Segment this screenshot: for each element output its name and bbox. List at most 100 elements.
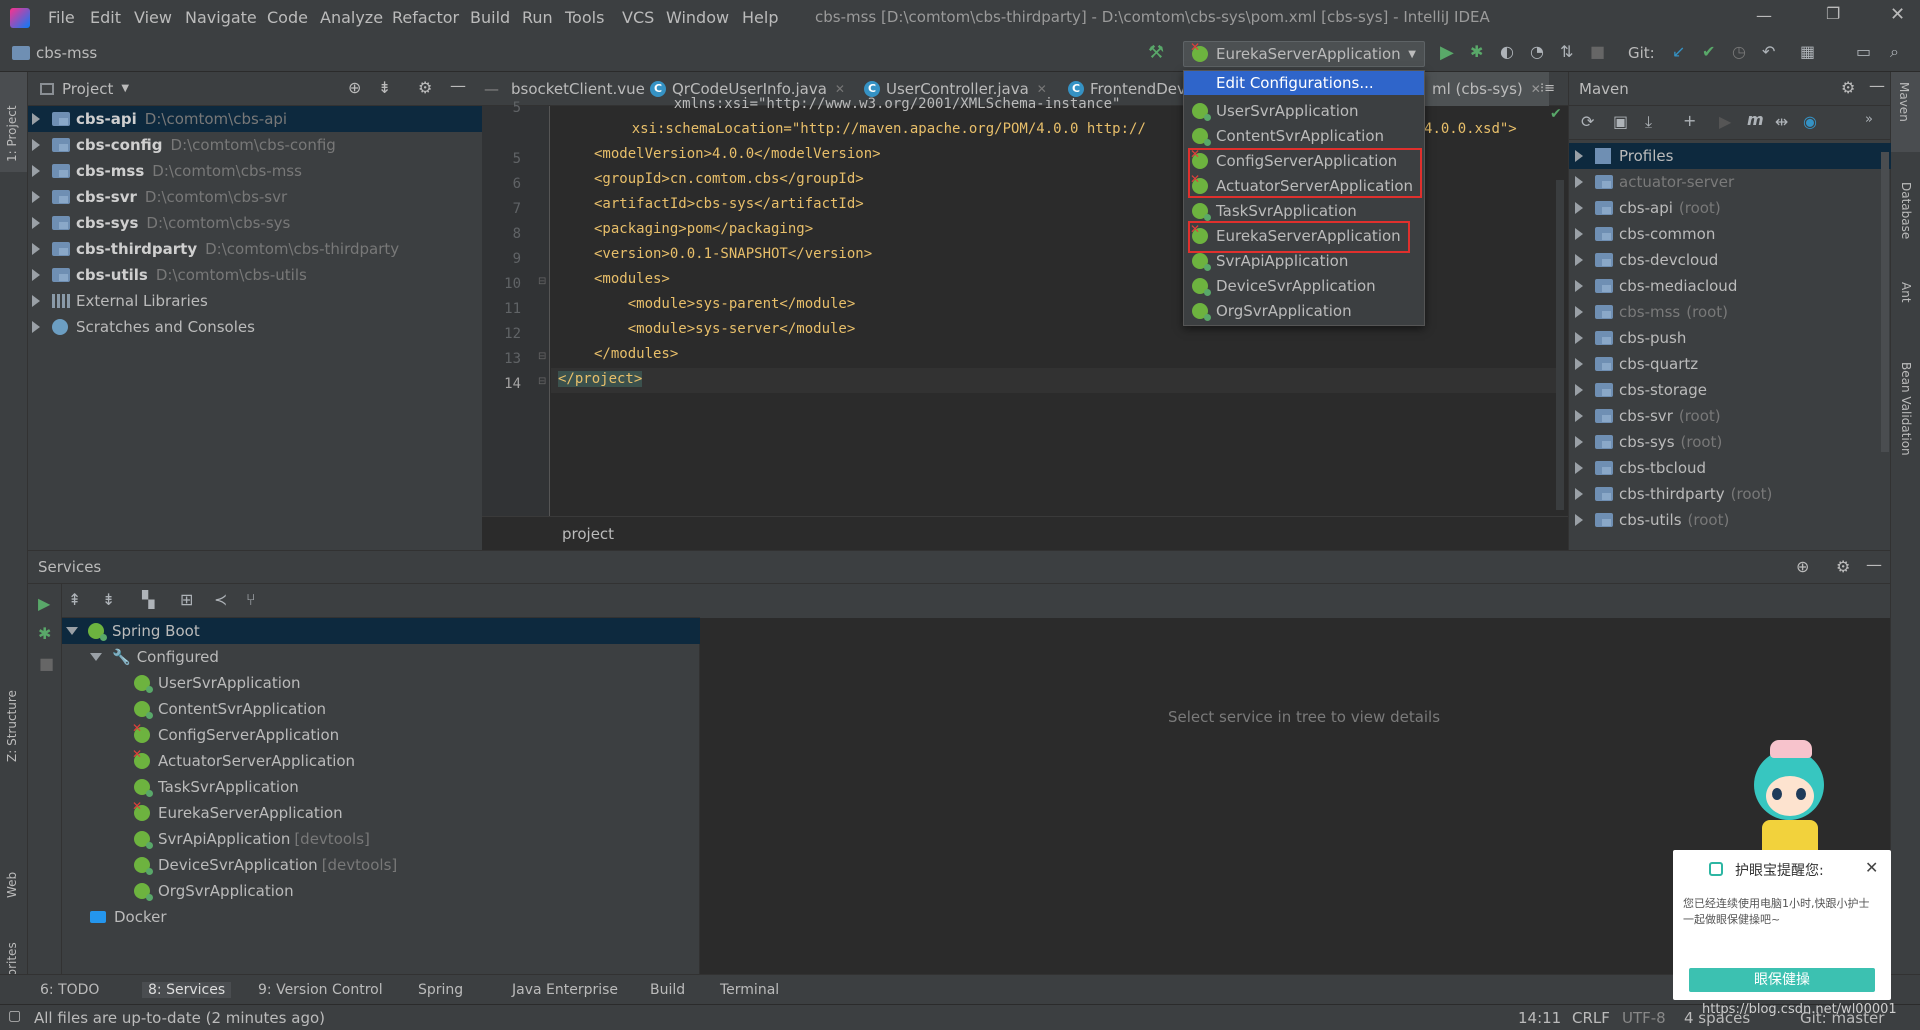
gear-icon[interactable]: ⚙	[1841, 78, 1855, 97]
skip-tests-icon[interactable]: ◉	[1803, 112, 1817, 131]
menu-code[interactable]: Code	[267, 8, 308, 27]
tree-item-cbs-api[interactable]: cbs-api D:\comtom\cbs-api	[28, 106, 482, 132]
expand-arrow-icon[interactable]	[32, 269, 40, 281]
menu-vcs[interactable]: VCS	[622, 8, 654, 27]
maven-item-cbs-push[interactable]: cbs-push	[1575, 325, 1686, 351]
more-icon[interactable]: »	[1865, 112, 1873, 127]
reload-icon[interactable]: ⟳	[1581, 112, 1594, 131]
add-icon[interactable]: +	[1683, 111, 1696, 130]
maven-item-cbs-tbcloud[interactable]: cbs-tbcloud	[1575, 455, 1706, 481]
build-tab[interactable]: Build	[650, 982, 685, 998]
service-item[interactable]: OrgSvrApplication	[134, 878, 294, 904]
expand-arrow-icon[interactable]	[32, 139, 40, 151]
caret-position[interactable]: 14:11	[1518, 1009, 1561, 1027]
maven-item-cbs-common[interactable]: cbs-common	[1575, 221, 1715, 247]
project-panel-title[interactable]: Project	[62, 80, 113, 98]
fold-icon[interactable]: ⊟	[538, 376, 546, 387]
maven-item-cbs-devcloud[interactable]: cbs-devcloud	[1575, 247, 1718, 273]
debug-icon[interactable]: ✱	[38, 624, 51, 643]
expand-arrow-icon[interactable]	[1575, 150, 1583, 162]
toggle-offline-icon[interactable]: ⇹	[1775, 112, 1788, 131]
service-item[interactable]: DeviceSvrApplication [devtools]	[134, 852, 397, 878]
expand-arrow-icon[interactable]	[32, 217, 40, 229]
tree-item-cbs-thirdparty[interactable]: cbs-thirdparty D:\comtom\cbs-thirdparty	[32, 236, 399, 262]
expand-arrow-icon[interactable]	[32, 113, 40, 125]
maven-item-cbs-svr[interactable]: cbs-svr (root)	[1575, 403, 1721, 429]
project-structure-icon[interactable]: ▦	[1800, 42, 1815, 61]
git-update-icon[interactable]: ↙	[1672, 42, 1685, 61]
close-window-icon[interactable]: ✕	[1890, 4, 1905, 25]
expand-arrow-icon[interactable]	[1575, 436, 1583, 448]
service-item[interactable]: EurekaServerApplication	[132, 799, 343, 826]
tree-item-cbs-mss[interactable]: cbs-mss D:\comtom\cbs-mss	[32, 158, 302, 184]
tree-item-cbs-sys[interactable]: cbs-sys D:\comtom\cbs-sys	[32, 210, 290, 236]
new-service-icon[interactable]: ⊞	[180, 590, 193, 609]
expand-arrow-icon[interactable]	[1575, 254, 1583, 266]
close-tab-icon[interactable]: ✕	[1037, 82, 1047, 96]
locate-icon[interactable]: ⊕	[1796, 557, 1809, 576]
maven-item-cbs-quartz[interactable]: cbs-quartz	[1575, 351, 1698, 377]
structure-strip-tab[interactable]: Z: Structure	[5, 690, 19, 762]
maven-item-cbs-storage[interactable]: cbs-storage	[1575, 377, 1707, 403]
maven-item-profiles[interactable]: Profiles	[1569, 143, 1891, 169]
maven-item-cbs-mediacloud[interactable]: cbs-mediacloud	[1575, 273, 1737, 299]
maven-strip-tab[interactable]: Maven	[1891, 72, 1920, 152]
collapse-all-icon[interactable]: ⇟	[378, 78, 391, 97]
tree-item-scratches[interactable]: Scratches and Consoles	[32, 314, 255, 340]
group-by-icon[interactable]: ▚	[142, 590, 154, 609]
web-strip-tab[interactable]: Web	[5, 872, 19, 898]
build-hammer-icon[interactable]: ⚒	[1148, 42, 1164, 63]
minimize-icon[interactable]: —	[1756, 6, 1772, 25]
collapse-arrow-icon[interactable]	[90, 653, 102, 661]
services-tab[interactable]: 8: Services	[142, 982, 232, 998]
expand-arrow-icon[interactable]	[1575, 306, 1583, 318]
fold-icon[interactable]: ⊟	[538, 351, 546, 362]
expand-arrow-icon[interactable]	[1575, 462, 1583, 474]
expand-arrow-icon[interactable]	[32, 295, 40, 307]
tree-item-cbs-utils[interactable]: cbs-utils D:\comtom\cbs-utils	[32, 262, 307, 288]
hide-icon[interactable]: —	[1866, 555, 1882, 574]
editor-scrollbar[interactable]	[1556, 180, 1564, 510]
dropdown-item[interactable]: UserSvrApplication	[1192, 99, 1359, 123]
java-enterprise-tab[interactable]: Java Enterprise	[512, 982, 618, 998]
maven-item-cbs-thirdparty[interactable]: cbs-thirdparty (root)	[1575, 481, 1772, 507]
expand-arrow-icon[interactable]	[1575, 176, 1583, 188]
expand-arrow-icon[interactable]	[1575, 280, 1583, 292]
chevron-down-icon[interactable]: ▼	[121, 83, 129, 94]
gear-icon[interactable]: ⚙	[418, 78, 432, 97]
git-rollback-icon[interactable]: ↶	[1762, 42, 1775, 61]
run-icon[interactable]: ▶	[1719, 112, 1731, 131]
git-history-icon[interactable]: ◷	[1732, 42, 1746, 61]
maven-item-cbs-utils[interactable]: cbs-utils (root)	[1575, 507, 1729, 533]
download-icon[interactable]: ⤓	[1645, 112, 1652, 132]
collapse-all-icon[interactable]: ⇟	[102, 590, 115, 609]
filter-icon[interactable]: ≺	[214, 590, 227, 609]
hide-icon[interactable]: —	[1869, 76, 1885, 95]
git-commit-icon[interactable]: ✔	[1702, 42, 1715, 61]
service-item[interactable]: TaskSvrApplication	[134, 774, 299, 800]
menu-navigate[interactable]: Navigate	[185, 8, 257, 27]
run-icon[interactable]: ▶	[1440, 42, 1454, 63]
dropdown-item[interactable]: OrgSvrApplication	[1192, 299, 1352, 323]
attach-icon[interactable]: ⇅	[1560, 42, 1573, 61]
service-item[interactable]: SvrApiApplication [devtools]	[134, 826, 370, 852]
tree-item-external-libraries[interactable]: External Libraries	[32, 288, 208, 314]
dropdown-item[interactable]: TaskSvrApplication	[1192, 199, 1357, 223]
tree-item-cbs-svr[interactable]: cbs-svr D:\comtom\cbs-svr	[32, 184, 287, 210]
maven-item-actuator-server[interactable]: actuator-server	[1575, 169, 1734, 195]
execute-goal-icon[interactable]: m	[1747, 110, 1764, 129]
expand-all-icon[interactable]: ⇞	[68, 590, 81, 609]
debug-icon[interactable]: ✱	[1470, 42, 1483, 61]
services-node-spring-boot[interactable]: Spring Boot	[62, 618, 700, 644]
expand-arrow-icon[interactable]	[32, 321, 40, 333]
terminal-tab[interactable]: Terminal	[720, 982, 779, 998]
menu-refactor[interactable]: Refactor	[392, 8, 459, 27]
menu-build[interactable]: Build	[470, 8, 510, 27]
expand-arrow-icon[interactable]	[1575, 514, 1583, 526]
maven-item-cbs-api[interactable]: cbs-api (root)	[1575, 195, 1721, 221]
menu-run[interactable]: Run	[522, 8, 553, 27]
expand-arrow-icon[interactable]	[1575, 410, 1583, 422]
fold-icon[interactable]: ⊟	[538, 276, 546, 287]
maven-scrollbar[interactable]	[1881, 152, 1889, 452]
maven-item-cbs-sys[interactable]: cbs-sys (root)	[1575, 429, 1722, 455]
